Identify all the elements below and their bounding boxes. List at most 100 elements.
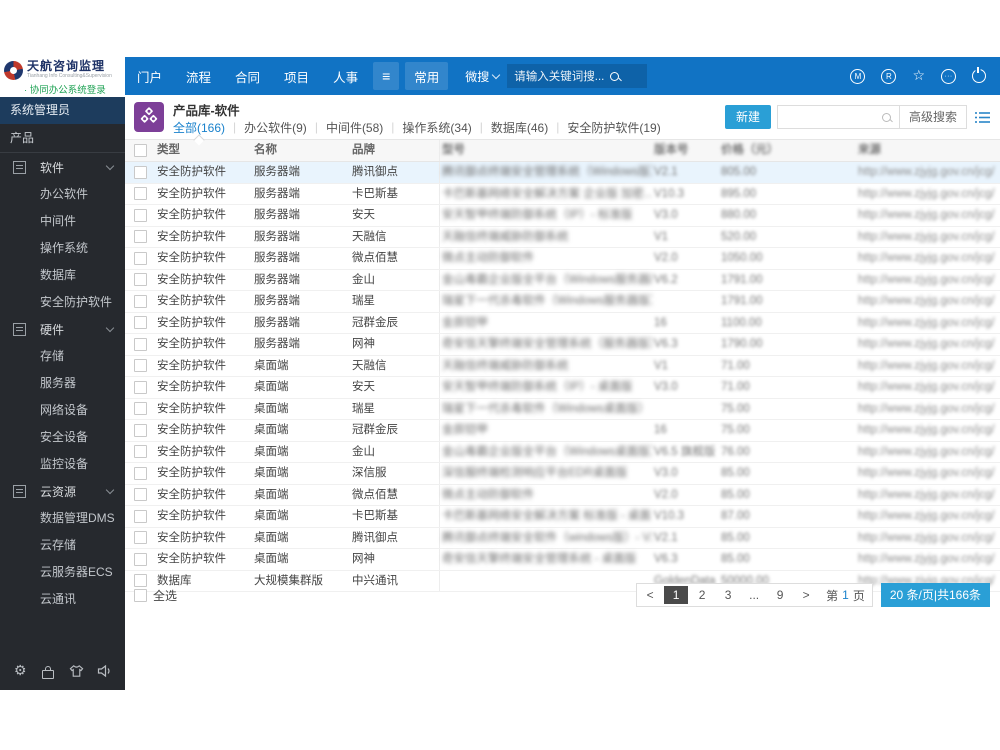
new-button[interactable]: 新建 — [724, 105, 771, 129]
theme-shirt-icon[interactable] — [67, 661, 87, 681]
table-row[interactable]: 安全防护软件 服务器端 冠群金辰 金辰铠甲 16 1100.00 http://www.zj… — [125, 312, 1000, 334]
page-button-1[interactable]: 1 — [664, 586, 689, 604]
tab-5[interactable]: 安全防护软件(19) — [567, 119, 660, 136]
header-checkbox[interactable] — [133, 144, 147, 157]
row-checkbox[interactable] — [133, 423, 147, 437]
select-all: 全选 — [125, 587, 177, 604]
sidebar-item[interactable]: 安全设备 — [0, 424, 125, 451]
sidebar-item[interactable]: 办公软件 — [0, 181, 125, 208]
table-search-input[interactable] — [778, 106, 882, 128]
page-button-3[interactable]: 3 — [716, 586, 740, 604]
sidebar-item[interactable]: 数据管理DMS — [0, 505, 125, 532]
sidebar-item[interactable]: 云存储 — [0, 532, 125, 559]
row-checkbox[interactable] — [133, 230, 147, 244]
row-checkbox[interactable] — [133, 552, 147, 566]
sidebar-section[interactable]: 云资源 — [0, 478, 125, 505]
list-view-icon[interactable] — [975, 111, 990, 124]
table-cell: 安天 — [350, 377, 440, 398]
select-all-checkbox[interactable] — [134, 588, 147, 602]
logo-block: 天航咨询监理 Tianhang Info Consulting&Supervis… — [0, 57, 125, 97]
table-cell: 安全防护软件 — [157, 230, 226, 243]
table-row[interactable]: 安全防护软件 桌面端 微点佰慧 微点主动防御软件 V2.0 85.00 http://www… — [125, 484, 1000, 506]
row-checkbox[interactable] — [133, 187, 147, 201]
row-checkbox[interactable] — [133, 165, 147, 179]
row-checkbox[interactable] — [133, 359, 147, 373]
power-icon[interactable] — [972, 66, 986, 83]
row-checkbox[interactable] — [133, 509, 147, 523]
row-checkbox[interactable] — [133, 316, 147, 330]
table-row[interactable]: 安全防护软件 桌面端 冠群金辰 金辰铠甲 16 75.00 http://www.zjyjg… — [125, 420, 1000, 442]
row-checkbox[interactable] — [133, 337, 147, 351]
sound-speaker-icon[interactable] — [95, 661, 115, 681]
wesearch-dropdown[interactable]: 微搜 — [465, 68, 501, 85]
favorites-star-icon[interactable]: ☆ — [912, 69, 925, 83]
table-row[interactable]: 安全防护软件 服务器端 瑞星 瑞星下一代杀毒软件（Windows服务器版） 1791.0… — [125, 291, 1000, 313]
tab-all[interactable]: 全部(166) — [173, 119, 225, 136]
table-cell: 75.00 — [721, 402, 750, 415]
advanced-search-button[interactable]: 高级搜索 — [898, 106, 966, 128]
r-badge-icon[interactable]: R — [881, 68, 897, 84]
m-badge-icon[interactable]: M — [850, 68, 866, 84]
row-checkbox[interactable] — [133, 445, 147, 459]
page-button-2[interactable]: 2 — [690, 586, 714, 604]
row-checkbox[interactable] — [133, 294, 147, 308]
next-page-button[interactable]: > — [794, 586, 818, 604]
table-row[interactable]: 安全防护软件 桌面端 腾讯御点 腾讯御点终端安全软件（windows版）- V2.1 V… — [125, 527, 1000, 549]
current-page-number[interactable]: 1 — [842, 588, 849, 602]
row-checkbox[interactable] — [133, 466, 147, 480]
sidebar-item[interactable]: 数据库 — [0, 262, 125, 289]
table-row[interactable]: 安全防护软件 服务器端 微点佰慧 微点主动防御软件 V2.0 1050.00 http://… — [125, 248, 1000, 270]
top-nav-item[interactable]: 流程 — [174, 67, 223, 86]
global-search-input[interactable]: 请输入关键词搜... — [507, 64, 648, 88]
sidebar-item[interactable]: 网络设备 — [0, 397, 125, 424]
table-row[interactable]: 安全防护软件 服务器端 腾讯御点 腾讯御点终端安全管理系统（Windows版） V2.1… — [125, 162, 1000, 184]
table-row[interactable]: 安全防护软件 桌面端 深信服 深信服终端检测响应平台EDR桌面版 V3.0 85.00 ht… — [125, 463, 1000, 485]
top-nav-item[interactable]: 合同 — [223, 67, 272, 86]
top-nav-item[interactable]: 人事 — [321, 67, 370, 86]
row-checkbox[interactable] — [133, 488, 147, 502]
tab-2[interactable]: 中间件(58) — [326, 119, 383, 136]
row-checkbox[interactable] — [133, 251, 147, 265]
sidebar-item[interactable]: 安全防护软件 — [0, 289, 125, 316]
sidebar-item-product[interactable]: 产品 — [0, 124, 125, 153]
sidebar-item[interactable]: 云服务器ECS — [0, 559, 125, 586]
table-row[interactable]: 安全防护软件 服务器端 安天 安天智甲终端防御系统（IP）- 标准版 V3.0 880.0… — [125, 205, 1000, 227]
sidebar-item[interactable]: 服务器 — [0, 370, 125, 397]
table-row[interactable]: 安全防护软件 桌面端 天融信 天融信终端威胁防御系统 V1 71.00 http://www… — [125, 355, 1000, 377]
nav-item-pinned[interactable]: 常用 — [405, 62, 449, 90]
tab-4[interactable]: 数据库(46) — [491, 119, 548, 136]
sidebar-section[interactable]: 硬件 — [0, 316, 125, 343]
prev-page-button[interactable]: < — [638, 586, 662, 604]
table-row[interactable]: 安全防护软件 桌面端 安天 安天智甲终端防御系统（IP）- 桌面版 V3.0 71.00 h… — [125, 377, 1000, 399]
top-nav-item[interactable]: 项目 — [272, 67, 321, 86]
sidebar-item[interactable]: 云通讯 — [0, 586, 125, 613]
table-row[interactable]: 安全防护软件 桌面端 网神 奇安信天擎终端安全管理系统 - 桌面版 V6.3 85.00 h… — [125, 549, 1000, 571]
lock-icon[interactable] — [38, 661, 58, 681]
page-button-9[interactable]: 9 — [768, 586, 792, 604]
table-row[interactable]: 安全防护软件 服务器端 卡巴斯基 卡巴斯基网络安全解决方案 企业版 加密... V10.… — [125, 183, 1000, 205]
table-row[interactable]: 安全防护软件 服务器端 金山 金山毒霸企业版全平台（Windows服务器版） V6.2 1… — [125, 269, 1000, 291]
table-row[interactable]: 安全防护软件 服务器端 网神 奇安信天擎终端安全管理系统（服务器版） V6.3 1790.… — [125, 334, 1000, 356]
sidebar-item[interactable]: 存储 — [0, 343, 125, 370]
settings-gear-icon[interactable]: ⚙ — [10, 661, 30, 681]
row-checkbox[interactable] — [133, 208, 147, 222]
table-row[interactable]: 安全防护软件 桌面端 金山 金山毒霸企业版全平台（Windows桌面版） V6.5 旗舰… — [125, 441, 1000, 463]
row-checkbox[interactable] — [133, 380, 147, 394]
more-options-icon[interactable]: ··· — [941, 68, 956, 84]
sidebar-item[interactable]: 监控设备 — [0, 451, 125, 478]
row-checkbox[interactable] — [133, 402, 147, 416]
top-nav-item[interactable]: 门户 — [125, 67, 174, 86]
row-checkbox[interactable] — [133, 531, 147, 545]
table-row[interactable]: 安全防护软件 桌面端 瑞星 瑞星下一代杀毒软件（Windows桌面版） 75.00 htt… — [125, 398, 1000, 420]
tab-1[interactable]: 办公软件(9) — [244, 119, 307, 136]
table-row[interactable]: 安全防护软件 桌面端 卡巴斯基 卡巴斯基网络安全解决方案 标准版 - 桌面... V10… — [125, 506, 1000, 528]
sidebar-section[interactable]: 软件 — [0, 154, 125, 181]
table-row[interactable]: 安全防护软件 服务器端 天融信 天融信终端威胁防御系统 V1 520.00 http://w… — [125, 226, 1000, 248]
sidebar-item[interactable]: 操作系统 — [0, 235, 125, 262]
apps-menu-button[interactable]: ≡ — [373, 62, 400, 90]
row-checkbox[interactable] — [133, 273, 147, 287]
sidebar-item[interactable]: 中间件 — [0, 208, 125, 235]
tab-3[interactable]: 操作系统(34) — [402, 119, 471, 136]
table-cell: 桌面端 — [254, 359, 289, 372]
table-cell: 1791.00 — [721, 295, 763, 307]
